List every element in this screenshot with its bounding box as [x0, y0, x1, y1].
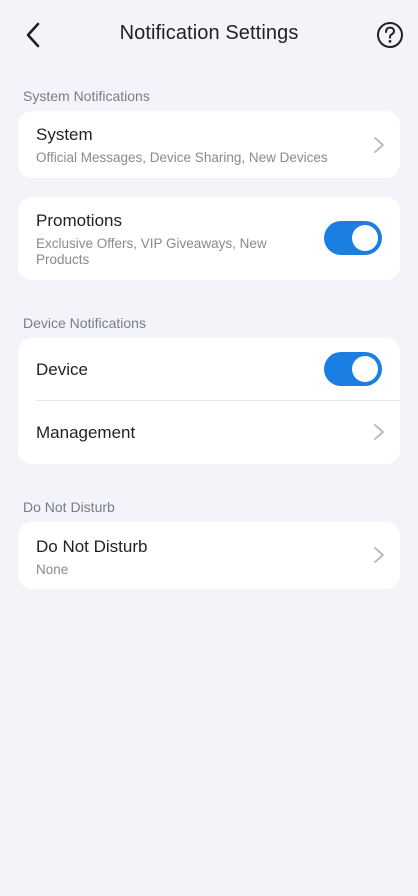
system-row-title: System — [36, 125, 93, 144]
section-label-device-notifications: Device Notifications — [23, 315, 146, 331]
toggle-knob — [352, 225, 378, 251]
promotions-row-subtitle: Exclusive Offers, VIP Giveaways, New Pro… — [36, 236, 267, 267]
do-not-disturb-row-subtitle: None — [36, 562, 69, 577]
device-row: Device — [18, 338, 400, 401]
top-bar: Notification Settings — [0, 0, 418, 70]
management-row-title: Management — [36, 423, 136, 442]
system-row-subtitle: Official Messages, Device Sharing, New D… — [36, 150, 328, 165]
card-promotions: Promotions Exclusive Offers, VIP Giveawa… — [18, 197, 400, 280]
page-title: Notification Settings — [119, 22, 299, 44]
chevron-right-icon — [374, 137, 384, 153]
promotions-row: Promotions Exclusive Offers, VIP Giveawa… — [18, 197, 400, 280]
device-toggle[interactable] — [324, 352, 382, 386]
management-row[interactable]: Management — [18, 401, 400, 464]
system-row[interactable]: System Official Messages, Device Sharing… — [18, 111, 400, 178]
toggle-knob — [352, 356, 378, 382]
chevron-right-icon — [374, 424, 384, 440]
card-device: Device Management — [18, 338, 400, 464]
help-button[interactable] — [375, 20, 405, 50]
question-circle-icon — [377, 22, 403, 48]
promotions-toggle[interactable] — [324, 221, 382, 255]
device-row-title: Device — [36, 360, 88, 379]
section-label-do-not-disturb: Do Not Disturb — [23, 499, 115, 515]
card-system: System Official Messages, Device Sharing… — [18, 111, 400, 178]
do-not-disturb-row[interactable]: Do Not Disturb None — [18, 522, 400, 589]
do-not-disturb-row-title: Do Not Disturb — [36, 537, 148, 556]
promotions-row-title: Promotions — [36, 211, 122, 230]
section-label-system-notifications: System Notifications — [23, 88, 150, 104]
chevron-right-icon — [374, 547, 384, 563]
card-do-not-disturb: Do Not Disturb None — [18, 522, 400, 589]
